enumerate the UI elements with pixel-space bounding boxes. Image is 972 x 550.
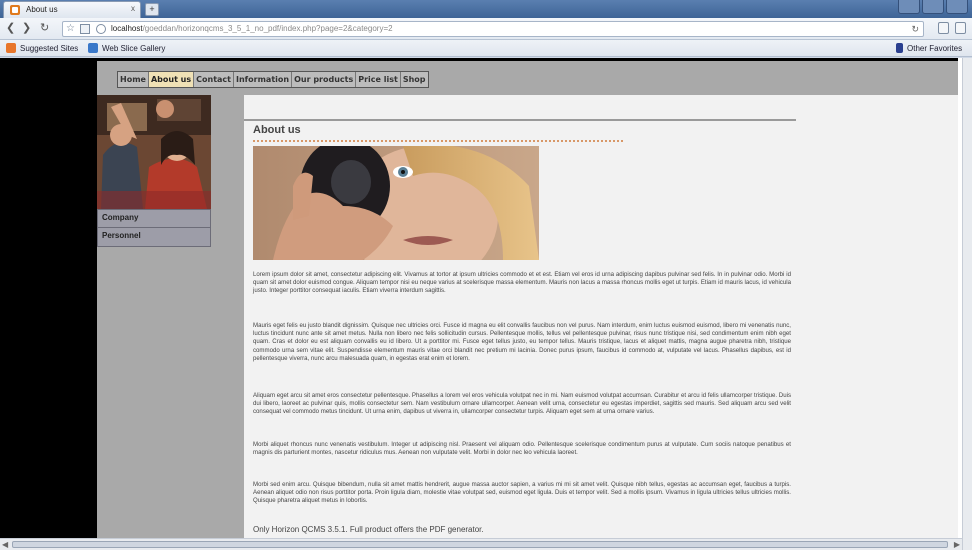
globe-icon bbox=[96, 24, 106, 34]
favorites-bar: Suggested Sites Web Slice Gallery Other … bbox=[0, 40, 972, 57]
url-text: localhost/goeddan/horizonqcms_3_5_1_no_p… bbox=[111, 22, 393, 36]
heading-underline bbox=[253, 140, 623, 142]
left-margin bbox=[0, 58, 97, 538]
minimize-button[interactable] bbox=[898, 0, 920, 14]
refresh-icon[interactable]: ↻ bbox=[40, 22, 49, 35]
window-controls bbox=[898, 0, 968, 17]
favorite-label: Suggested Sites bbox=[20, 43, 79, 53]
star-icon[interactable]: ☆ bbox=[66, 22, 75, 36]
sidebar-item-company[interactable]: Company bbox=[97, 209, 211, 228]
paragraph-5: Morbi sed enim arcu. Quisque bibendum, n… bbox=[253, 481, 791, 505]
nav-item-home[interactable]: Home bbox=[118, 72, 149, 87]
toolbar-icons bbox=[938, 22, 966, 34]
nav-item-our-products[interactable]: Our products bbox=[292, 72, 357, 87]
url-refresh-icon[interactable]: ↻ bbox=[911, 22, 919, 36]
nav-item-information[interactable]: Information bbox=[234, 72, 293, 87]
web-slice-icon bbox=[88, 43, 98, 53]
main-content: About us Lorem ipsum dolor sit amet, con… bbox=[244, 95, 958, 538]
page-title: About us bbox=[253, 124, 301, 136]
back-arrow-icon[interactable]: ❮ bbox=[6, 22, 15, 35]
favorite-label: Web Slice Gallery bbox=[102, 43, 166, 53]
scroll-right-icon[interactable]: ▶ bbox=[954, 540, 960, 549]
article: About us Lorem ipsum dolor sit amet, con… bbox=[244, 95, 796, 538]
tab-title: About us bbox=[26, 5, 58, 14]
paragraph-2: Mauris eget felis eu justo blandit digni… bbox=[253, 322, 791, 362]
site-favicon-icon bbox=[10, 5, 20, 15]
maximize-button[interactable] bbox=[922, 0, 944, 14]
other-favorites-label: Other Favorites bbox=[907, 43, 963, 53]
content-divider bbox=[244, 119, 796, 121]
sidebar-item-personnel[interactable]: Personnel bbox=[97, 228, 211, 247]
vertical-scrollbar[interactable] bbox=[962, 58, 972, 550]
page-icon bbox=[80, 24, 90, 34]
page-viewport: Home About us Contact Information Our produc… bbox=[0, 58, 962, 538]
woman-with-camera-image bbox=[253, 146, 539, 260]
close-tab-icon[interactable]: x bbox=[131, 4, 135, 13]
forward-arrow-icon[interactable]: ❯ bbox=[22, 22, 31, 35]
students-image bbox=[97, 95, 211, 209]
site-navigation: Home About us Contact Information Our produc… bbox=[97, 61, 958, 95]
url-path: /goeddan/horizonqcms_3_5_1_no_pdf/index.… bbox=[142, 24, 393, 33]
paragraph-1: Lorem ipsum dolor sit amet, consectetur … bbox=[253, 271, 791, 295]
bookmark-folder-icon bbox=[896, 43, 903, 53]
address-bar: ❮ ❯ ↻ ☆ localhost/goeddan/horizonqcms_3_… bbox=[0, 18, 972, 40]
tools-menu-icon[interactable] bbox=[955, 22, 966, 34]
paragraph-3: Aliquam eget arcu sit amet eros consecte… bbox=[253, 392, 791, 416]
favorite-suggested-sites[interactable]: Suggested Sites bbox=[6, 43, 78, 53]
favorite-web-slice-gallery[interactable]: Web Slice Gallery bbox=[88, 43, 165, 53]
main-menu: Home About us Contact Information Our produc… bbox=[117, 71, 429, 88]
nav-item-about-us[interactable]: About us bbox=[148, 72, 195, 87]
new-tab-button[interactable]: + bbox=[145, 3, 159, 16]
close-window-button[interactable] bbox=[946, 0, 968, 14]
scroll-thumb[interactable] bbox=[12, 541, 948, 548]
other-favorites[interactable]: Other Favorites bbox=[896, 43, 962, 53]
page-menu-icon[interactable] bbox=[938, 22, 949, 34]
url-host: localhost bbox=[111, 24, 143, 33]
hero-image bbox=[253, 146, 539, 260]
window-titlebar: About us x + bbox=[0, 0, 972, 18]
nav-item-price-list[interactable]: Price list bbox=[356, 72, 401, 87]
sidebar-menu: Company Personnel bbox=[97, 209, 211, 247]
sidebar-photo bbox=[97, 95, 211, 209]
nav-item-contact[interactable]: Contact bbox=[194, 72, 234, 87]
sidebar: Company Personnel bbox=[97, 95, 244, 538]
footer-note: Only Horizon QCMS 3.5.1. Full product of… bbox=[253, 525, 484, 534]
nav-item-shop[interactable]: Shop bbox=[401, 72, 428, 87]
suggested-sites-icon bbox=[6, 43, 16, 53]
scroll-left-icon[interactable]: ◀ bbox=[2, 540, 8, 549]
paragraph-4: Morbi aliquet rhoncus nunc venenatis ves… bbox=[253, 441, 791, 457]
browser-tab[interactable]: About us x bbox=[3, 1, 141, 18]
url-input[interactable]: ☆ localhost/goeddan/horizonqcms_3_5_1_no… bbox=[62, 21, 924, 37]
horizontal-scrollbar[interactable]: ◀ ▶ bbox=[0, 538, 962, 550]
